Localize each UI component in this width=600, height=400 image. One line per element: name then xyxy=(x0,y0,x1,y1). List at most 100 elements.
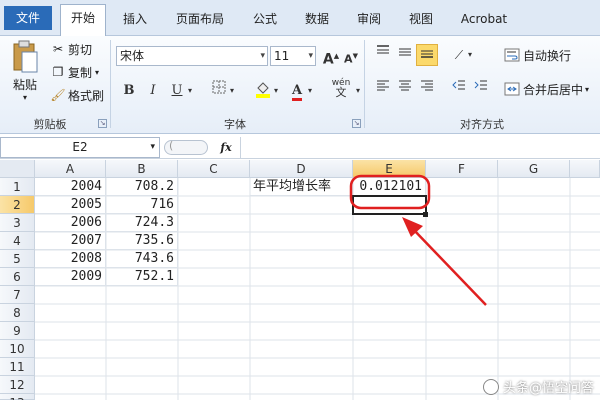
merge-cells-icon xyxy=(504,82,520,96)
column-header-next[interactable] xyxy=(570,160,600,178)
name-box[interactable]: E2 ▾ xyxy=(0,137,160,158)
column-header-b[interactable]: B xyxy=(106,160,178,178)
scissors-icon: ✂ xyxy=(52,42,64,56)
shrink-font-button[interactable]: A▼ xyxy=(340,45,362,67)
align-left-icon xyxy=(377,80,389,91)
cell-b6[interactable]: 752.1 xyxy=(106,268,178,286)
column-header-e[interactable]: E xyxy=(353,160,426,178)
chevron-down-icon[interactable]: ▾ xyxy=(464,44,476,66)
row-header-4[interactable]: 4 xyxy=(0,232,35,250)
chevron-down-icon: ▾ xyxy=(22,93,27,102)
chevron-down-icon[interactable]: ▾ xyxy=(270,80,282,102)
phonetic-button[interactable]: wén 文 xyxy=(328,78,354,100)
cell-a6[interactable]: 2009 xyxy=(35,268,106,286)
cell-b4[interactable]: 735.6 xyxy=(106,232,178,250)
cell-a1[interactable]: 2004 xyxy=(35,178,106,196)
cell-b5[interactable]: 743.6 xyxy=(106,250,178,268)
font-launcher-icon[interactable]: ↘ xyxy=(352,119,361,128)
column-header-c[interactable]: C xyxy=(178,160,250,178)
tab-insert[interactable]: 插入 xyxy=(112,6,158,36)
increase-indent-icon xyxy=(474,80,487,90)
ribbon: 粘贴 ▾ ✂ 剪切 ❐ 复制 ▾ 🖌 格式刷 剪贴板 ↘ 宋体 ▾ 11 ▾ A… xyxy=(0,36,600,134)
watermark-text: 头条@悟空问答 xyxy=(502,381,594,396)
italic-button[interactable]: I xyxy=(142,80,164,102)
column-header-a[interactable]: A xyxy=(35,160,106,178)
font-name-value: 宋体 xyxy=(120,49,145,63)
copy-label: 复制 xyxy=(68,65,93,80)
font-size-value: 11 xyxy=(274,49,290,63)
fill-handle[interactable] xyxy=(423,212,428,217)
decrease-indent-button[interactable] xyxy=(448,78,470,100)
tab-file[interactable]: 文件 xyxy=(4,6,52,30)
cell-b3[interactable]: 724.3 xyxy=(106,214,178,232)
row-header-1[interactable]: 1 xyxy=(0,178,35,196)
column-header-f[interactable]: F xyxy=(426,160,498,178)
row-header-12[interactable]: 12 xyxy=(0,376,35,394)
paste-label: 粘贴 xyxy=(12,78,37,92)
wrap-text-button[interactable]: 自动换行 xyxy=(504,46,571,64)
cut-label: 剪切 xyxy=(68,42,93,57)
tab-data[interactable]: 数据 xyxy=(294,6,340,36)
row-header-10[interactable]: 10 xyxy=(0,340,35,358)
row-header-13[interactable]: 13 xyxy=(0,394,35,400)
paste-button[interactable]: 粘贴 ▾ xyxy=(8,40,42,110)
row-header-8[interactable]: 8 xyxy=(0,304,35,322)
cell-b2[interactable]: 716 xyxy=(106,196,178,214)
font-size-combo[interactable]: 11 ▾ xyxy=(270,46,316,66)
watermark: 头条@悟空问答 xyxy=(482,377,594,396)
tab-formulas[interactable]: 公式 xyxy=(242,6,288,36)
align-middle-icon xyxy=(399,48,411,56)
cell-e1[interactable]: 0.012101 xyxy=(353,178,426,196)
chevron-down-icon[interactable]: ▾ xyxy=(304,80,316,102)
row-header-5[interactable]: 5 xyxy=(0,250,35,268)
decrease-indent-icon xyxy=(452,80,465,90)
cell-b1[interactable]: 708.2 xyxy=(106,178,178,196)
row-header-7[interactable]: 7 xyxy=(0,286,35,304)
column-header-g[interactable]: G xyxy=(498,160,570,178)
align-center-button[interactable] xyxy=(394,78,416,100)
align-middle-button[interactable] xyxy=(394,44,416,66)
row-header-9[interactable]: 9 xyxy=(0,322,35,340)
cut-button[interactable]: ✂ 剪切 xyxy=(50,40,92,58)
formula-input[interactable] xyxy=(240,137,600,158)
select-all-corner[interactable] xyxy=(0,160,35,178)
tab-page-layout[interactable]: 页面布局 xyxy=(164,6,236,36)
merge-center-button[interactable]: 合并后居中 ▾ xyxy=(504,80,589,98)
cell-a4[interactable]: 2007 xyxy=(35,232,106,250)
row-header-11[interactable]: 11 xyxy=(0,358,35,376)
row-header-2[interactable]: 2 xyxy=(0,196,35,214)
clipboard-group-label: 剪贴板 xyxy=(33,118,67,131)
group-divider xyxy=(364,40,365,128)
column-header-d[interactable]: D xyxy=(250,160,353,178)
tab-view[interactable]: 视图 xyxy=(398,6,444,36)
chevron-down-icon[interactable]: ▾ xyxy=(352,80,364,102)
cell-d1[interactable]: 年平均增长率 xyxy=(250,178,353,196)
increase-indent-button[interactable] xyxy=(470,78,492,100)
row-header-6[interactable]: 6 xyxy=(0,268,35,286)
copy-icon: ❐ xyxy=(52,65,64,79)
format-painter-button[interactable]: 🖌 格式刷 xyxy=(50,86,104,104)
formula-bar-resizer[interactable]: ( xyxy=(164,139,208,155)
bold-button[interactable]: B xyxy=(118,80,140,102)
align-bottom-button[interactable] xyxy=(416,44,438,66)
chevron-down-icon[interactable]: ▾ xyxy=(184,80,196,102)
font-name-combo[interactable]: 宋体 ▾ xyxy=(116,46,268,66)
font-group-label: 字体 xyxy=(224,118,246,131)
dots-icon: ( xyxy=(169,139,174,152)
row-header-3[interactable]: 3 xyxy=(0,214,35,232)
chevron-down-icon[interactable]: ▾ xyxy=(226,80,238,102)
align-left-button[interactable] xyxy=(372,78,394,100)
insert-function-button[interactable]: fx xyxy=(214,139,238,156)
cell-a2[interactable]: 2005 xyxy=(35,196,106,214)
tab-home[interactable]: 开始 xyxy=(60,4,106,37)
align-top-button[interactable] xyxy=(372,44,394,66)
tab-review[interactable]: 审阅 xyxy=(346,6,392,36)
clipboard-launcher-icon[interactable]: ↘ xyxy=(98,119,107,128)
tab-acrobat[interactable]: Acrobat xyxy=(452,6,516,36)
copy-button[interactable]: ❐ 复制 ▾ xyxy=(50,63,99,81)
cell-a3[interactable]: 2006 xyxy=(35,214,106,232)
cell-a5[interactable]: 2008 xyxy=(35,250,106,268)
borders-icon xyxy=(212,80,226,94)
grow-font-button[interactable]: A▲ xyxy=(320,45,342,68)
align-right-button[interactable] xyxy=(416,78,438,100)
